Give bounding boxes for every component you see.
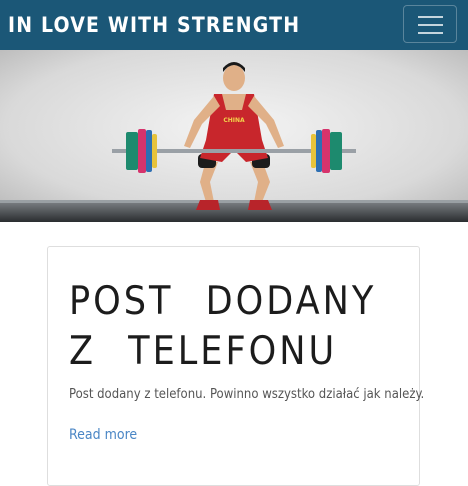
brand-logo[interactable]: IN LOVE WITH STRENGTH: [8, 10, 300, 40]
hamburger-menu-icon-bar: [418, 32, 443, 34]
post-card: POST DODANY Z TELEFONU Post dodany z tel…: [47, 246, 425, 486]
read-more-link[interactable]: Read more: [69, 425, 137, 445]
navbar-toggle-button[interactable]: [403, 5, 457, 43]
hamburger-menu-icon-bar: [418, 24, 443, 26]
post-excerpt: Post dodany z telefonu. Powinno wszystko…: [69, 387, 425, 402]
jersey-text: CHINA: [223, 117, 245, 124]
hamburger-menu-icon: [418, 16, 443, 18]
weightlifter-illustration: CHINA: [0, 50, 468, 222]
navbar: IN LOVE WITH STRENGTH: [0, 0, 468, 50]
post-title[interactable]: POST DODANY Z TELEFONU: [69, 277, 379, 377]
hero-image: CHINA: [0, 50, 468, 222]
